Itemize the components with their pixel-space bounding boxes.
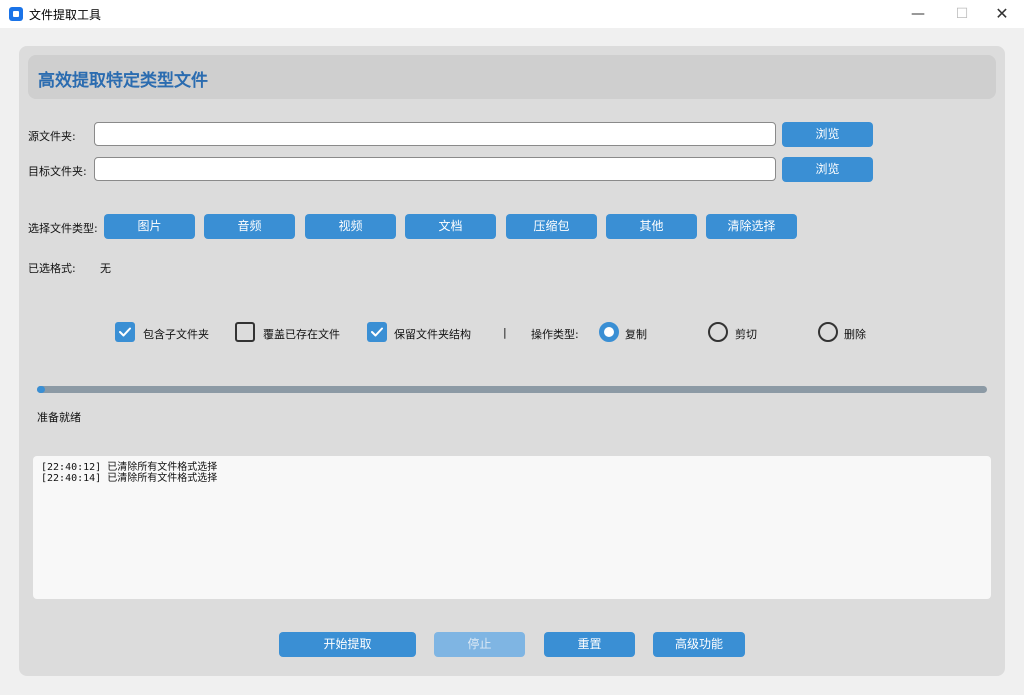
- target-folder-input[interactable]: [94, 157, 776, 181]
- app-icon: [9, 7, 23, 21]
- operation-delete-label: 删除: [844, 328, 866, 341]
- type-image-button[interactable]: 图片: [104, 214, 195, 239]
- operation-copy-radio[interactable]: [599, 322, 619, 342]
- selected-formats-label: 已选格式:: [28, 262, 76, 275]
- start-extract-button[interactable]: 开始提取: [279, 632, 416, 657]
- target-browse-button[interactable]: 浏览: [782, 157, 873, 182]
- log-line: [22:40:12] 已清除所有文件格式选择: [41, 462, 218, 473]
- selected-formats-value: 无: [100, 262, 111, 275]
- progress-fill: [37, 386, 45, 393]
- operation-copy-label: 复制: [625, 328, 647, 341]
- operation-delete-radio[interactable]: [818, 322, 838, 342]
- source-folder-input[interactable]: [94, 122, 776, 146]
- target-folder-label: 目标文件夹:: [28, 165, 87, 178]
- operation-type-label: 操作类型:: [531, 328, 579, 341]
- checkmark-icon: [119, 327, 131, 337]
- client-area: 高效提取特定类型文件 源文件夹: 浏览 目标文件夹: 浏览 选择文件类型: 图片…: [0, 28, 1024, 695]
- operation-cut-label: 剪切: [735, 328, 757, 341]
- window-title: 文件提取工具: [29, 8, 102, 22]
- source-browse-button[interactable]: 浏览: [782, 122, 873, 147]
- minimize-button[interactable]: —: [896, 0, 940, 28]
- progress-bar: [37, 386, 987, 393]
- overwrite-existing-label: 覆盖已存在文件: [263, 328, 340, 341]
- keep-structure-checkbox[interactable]: [367, 322, 387, 342]
- type-audio-button[interactable]: 音频: [204, 214, 295, 239]
- main-panel: 高效提取特定类型文件 源文件夹: 浏览 目标文件夹: 浏览 选择文件类型: 图片…: [19, 46, 1005, 676]
- type-other-button[interactable]: 其他: [606, 214, 697, 239]
- clear-selection-button[interactable]: 清除选择: [706, 214, 797, 239]
- type-document-button[interactable]: 文档: [405, 214, 496, 239]
- file-type-label: 选择文件类型:: [28, 222, 98, 235]
- overwrite-existing-checkbox[interactable]: [235, 322, 255, 342]
- maximize-button[interactable]: ☐: [940, 0, 984, 28]
- reset-button[interactable]: 重置: [544, 632, 635, 657]
- page-title: 高效提取特定类型文件: [38, 71, 208, 91]
- status-text: 准备就绪: [37, 411, 81, 424]
- title-bar: 文件提取工具 — ☐ ✕: [0, 0, 1024, 28]
- include-subfolders-label: 包含子文件夹: [143, 328, 209, 341]
- checkmark-icon: [371, 327, 383, 337]
- advanced-button[interactable]: 高级功能: [653, 632, 745, 657]
- keep-structure-label: 保留文件夹结构: [394, 328, 471, 341]
- stop-button[interactable]: 停止: [434, 632, 525, 657]
- source-folder-label: 源文件夹:: [28, 130, 76, 143]
- header-banner: 高效提取特定类型文件: [28, 55, 996, 99]
- type-archive-button[interactable]: 压缩包: [506, 214, 597, 239]
- options-separator: |: [503, 326, 507, 339]
- type-video-button[interactable]: 视频: [305, 214, 396, 239]
- include-subfolders-checkbox[interactable]: [115, 322, 135, 342]
- operation-cut-radio[interactable]: [708, 322, 728, 342]
- log-area[interactable]: [22:40:12] 已清除所有文件格式选择 [22:40:14] 已清除所有文…: [33, 456, 991, 599]
- close-button[interactable]: ✕: [980, 0, 1024, 28]
- log-line: [22:40:14] 已清除所有文件格式选择: [41, 473, 218, 484]
